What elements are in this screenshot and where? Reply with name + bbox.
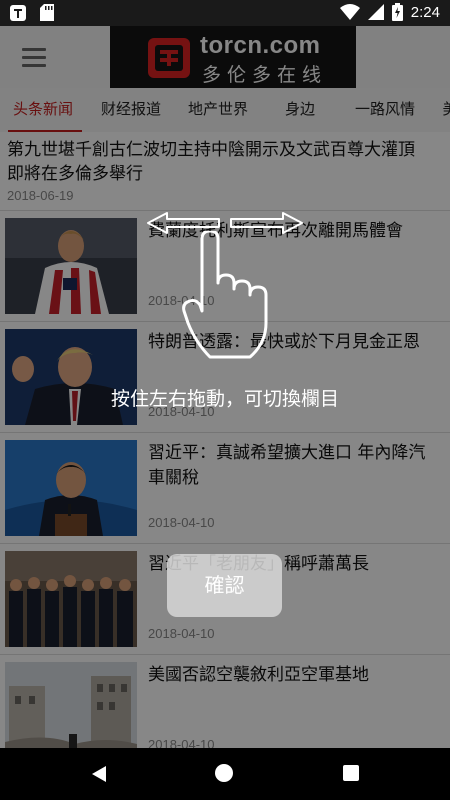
pointing-hand-icon [182,231,268,359]
status-bar: 2:24 [0,0,450,26]
clock: 2:24 [410,3,440,21]
recent-apps-icon[interactable] [343,765,359,781]
wifi-icon [339,4,360,20]
battery-charging-icon [391,3,403,21]
home-icon[interactable] [215,764,233,782]
sd-card-icon [40,4,54,21]
system-nav-bar [0,748,450,800]
tutorial-overlay: 按住左右拖動，可切換欄目 確認 [0,26,450,748]
confirm-button[interactable]: 確認 [167,554,282,617]
back-icon[interactable] [90,765,108,783]
swipe-hint-text: 按住左右拖動，可切換欄目 [110,388,339,410]
notification-t-icon [10,4,26,21]
signal-icon [367,4,384,20]
